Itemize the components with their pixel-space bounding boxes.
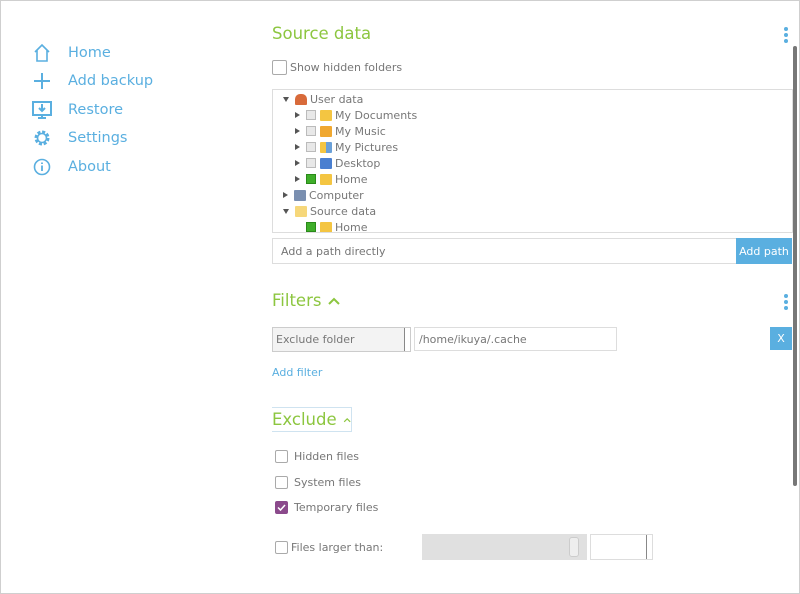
pictures-folder-icon (320, 141, 332, 153)
show-hidden-folders-checkbox[interactable]: Show hidden folders (272, 60, 402, 75)
size-spinbox[interactable] (422, 534, 587, 560)
path-input[interactable] (272, 238, 737, 264)
tree-item[interactable]: My Pictures (295, 139, 398, 155)
exclude-header[interactable]: Exclude (272, 407, 352, 432)
sidebar-item-label: Add backup (68, 73, 154, 89)
remove-filter-button[interactable]: X (770, 327, 792, 350)
window: Home Add backup Restore Settings About S… (0, 0, 800, 594)
tree-item[interactable]: Home (295, 171, 367, 187)
checkbox-box[interactable] (272, 60, 287, 75)
tree-item[interactable]: My Documents (295, 107, 417, 123)
plus-icon (34, 73, 50, 89)
add-path-button[interactable]: Add path (736, 238, 792, 264)
computer-icon (294, 189, 306, 201)
tree-item[interactable]: User data (283, 91, 363, 107)
home-folder-icon (320, 173, 332, 185)
check-icon (277, 504, 286, 512)
tree-item[interactable]: Computer (283, 187, 364, 203)
sidebar-item-restore[interactable]: Restore (31, 98, 123, 122)
chevron-up-icon (328, 297, 341, 305)
tree-item[interactable]: My Music (295, 123, 386, 139)
filter-path-input[interactable] (414, 327, 617, 351)
sidebar-item-label: Restore (68, 102, 124, 118)
music-folder-icon (320, 125, 332, 137)
filters-title: Filters (272, 291, 322, 310)
user-icon (295, 93, 307, 105)
files-larger-than-checkbox[interactable]: Files larger than: (275, 541, 383, 554)
tree-checkbox[interactable] (306, 142, 316, 152)
tree-item[interactable]: Source data (283, 203, 376, 219)
tree-checkbox[interactable] (306, 110, 316, 120)
tree-checkbox[interactable] (306, 222, 316, 232)
tree-checkbox[interactable] (306, 174, 316, 184)
folder-icon (295, 205, 307, 217)
sidebar-item-home[interactable]: Home (31, 41, 111, 65)
tree-item[interactable]: Desktop (295, 155, 380, 171)
size-unit-select[interactable] (590, 534, 653, 560)
tree-checkbox[interactable] (306, 126, 316, 136)
system-files-checkbox[interactable]: System files (275, 476, 361, 489)
sidebar-item-about[interactable]: About (31, 155, 111, 179)
spinner-arrows-icon[interactable] (569, 537, 579, 557)
dropdown-arrow-icon (404, 328, 410, 351)
add-filter-link[interactable]: Add filter (272, 366, 322, 379)
source-data-title: Source data (272, 24, 372, 43)
documents-folder-icon (320, 109, 332, 121)
chevron-up-icon (343, 417, 351, 422)
restore-monitor-icon (32, 101, 52, 119)
sidebar-item-label: About (68, 159, 111, 175)
home-folder-icon (320, 221, 332, 232)
tree-item[interactable]: Home (306, 219, 367, 232)
filters-menu-button[interactable] (783, 294, 789, 310)
source-tree[interactable]: User data My Documents My Music My Pictu… (272, 89, 793, 233)
info-icon (33, 158, 51, 176)
filter-type-select[interactable]: Exclude folder (272, 327, 411, 352)
exclude-title: Exclude (272, 410, 337, 429)
gear-icon (34, 130, 50, 146)
temporary-files-checkbox[interactable]: Temporary files (275, 501, 378, 514)
filters-header[interactable]: Filters (272, 291, 341, 310)
dropdown-arrow-icon (646, 535, 652, 559)
desktop-icon (320, 157, 332, 169)
sidebar-item-settings[interactable]: Settings (31, 126, 127, 150)
checkbox-label: Show hidden folders (290, 61, 403, 74)
sidebar-item-label: Home (68, 45, 111, 61)
sidebar-item-add-backup[interactable]: Add backup (31, 69, 153, 93)
tree-checkbox[interactable] (306, 158, 316, 168)
hidden-files-checkbox[interactable]: Hidden files (275, 450, 359, 463)
source-menu-button[interactable] (783, 27, 789, 43)
sidebar-item-label: Settings (68, 130, 128, 146)
scrollbar[interactable] (793, 46, 797, 486)
home-icon (34, 43, 50, 62)
